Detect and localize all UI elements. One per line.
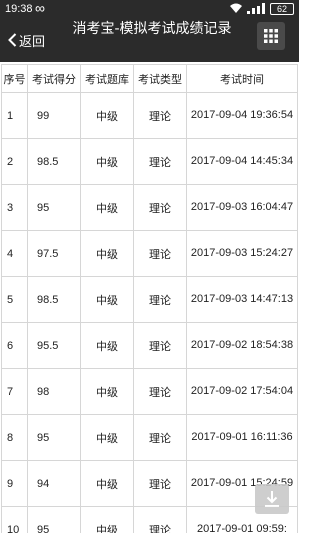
column-header-score: 考试得分 [27,64,81,93]
page-title: 消考宝-模拟考试成绩记录 [72,21,232,37]
cell-score: 98.5 [27,276,81,323]
cell-type: 理论 [133,92,187,139]
cell-type: 理论 [133,506,187,533]
table-row: 8 95 中级 理论 2017-09-01 16:11:36 [1,414,298,461]
cell-type: 理论 [133,138,187,185]
back-label: 返回 [19,33,46,49]
app-header: 返回 消考宝-模拟考试成绩记录 [0,18,299,62]
table-row: 10 95 中级 理论 2017-09-01 09:59: [1,506,298,533]
cell-no: 9 [1,460,28,507]
cell-type: 理论 [133,322,187,369]
cell-no: 1 [1,92,28,139]
cell-time: 2017-09-03 14:47:13 [186,276,298,323]
cell-bank: 中级 [80,92,134,139]
table-header-row: 序号 考试得分 考试题库 考试类型 考试时间 [1,64,298,93]
cell-bank: 中级 [80,138,134,185]
table-row: 9 94 中级 理论 2017-09-01 15:24:59 [1,460,298,507]
cell-bank: 中级 [80,506,134,533]
cell-score: 95 [27,414,81,461]
cell-bank: 中级 [80,184,134,231]
cell-type: 理论 [133,414,187,461]
back-button[interactable]: 返回 [8,30,45,50]
table-row: 2 98.5 中级 理论 2017-09-04 14:45:34 [1,138,298,185]
download-icon [265,491,279,507]
cell-type: 理论 [133,368,187,415]
column-header-bank: 考试题库 [80,64,134,93]
chevron-left-icon [8,33,17,47]
status-bar: 19:38 ∞ 62 [0,0,299,18]
cell-bank: 中级 [80,368,134,415]
cell-score: 98.5 [27,138,81,185]
cell-no: 6 [1,322,28,369]
cell-time: 2017-09-03 16:04:47 [186,184,298,231]
cell-bank: 中级 [80,414,134,461]
cell-no: 4 [1,230,28,277]
cell-score: 95.5 [27,322,81,369]
table-row: 5 98.5 中级 理论 2017-09-03 14:47:13 [1,276,298,323]
download-button[interactable] [255,484,289,514]
wifi-icon [230,3,242,13]
cell-no: 3 [1,184,28,231]
cell-bank: 中级 [80,322,134,369]
battery-icon: 62 [270,3,294,15]
cell-no: 10 [1,506,28,533]
cell-type: 理论 [133,460,187,507]
menu-button[interactable] [257,22,285,50]
cell-time: 2017-09-02 17:54:04 [186,368,298,415]
column-header-type: 考试类型 [133,64,187,93]
cell-time: 2017-09-04 14:45:34 [186,138,298,185]
cell-time: 2017-09-03 15:24:27 [186,230,298,277]
grid-icon [264,29,278,43]
cell-no: 7 [1,368,28,415]
scores-table: 序号 考试得分 考试题库 考试类型 考试时间 1 99 中级 理论 2017-0… [1,64,298,533]
cell-score: 97.5 [27,230,81,277]
cell-no: 2 [1,138,28,185]
column-header-no: 序号 [1,64,28,93]
signal-icon [247,3,265,14]
table-row: 6 95.5 中级 理论 2017-09-02 18:54:38 [1,322,298,369]
cell-score: 95 [27,506,81,533]
table-row: 4 97.5 中级 理论 2017-09-03 15:24:27 [1,230,298,277]
cell-score: 99 [27,92,81,139]
cell-score: 98 [27,368,81,415]
cell-bank: 中级 [80,230,134,277]
cell-type: 理论 [133,276,187,323]
scores-table-container[interactable]: 序号 考试得分 考试题库 考试类型 考试时间 1 99 中级 理论 2017-0… [0,62,299,533]
cell-type: 理论 [133,230,187,277]
cell-score: 94 [27,460,81,507]
cell-no: 5 [1,276,28,323]
cell-score: 95 [27,184,81,231]
column-header-time: 考试时间 [186,64,298,93]
cell-no: 8 [1,414,28,461]
cell-time: 2017-09-01 16:11:36 [186,414,298,461]
table-row: 7 98 中级 理论 2017-09-02 17:54:04 [1,368,298,415]
table-row: 1 99 中级 理论 2017-09-04 19:36:54 [1,92,298,139]
app-screen: 19:38 ∞ 62 返回 消考宝-模拟考试成绩记录 序号 考试得分 考试题库 … [0,0,299,533]
cell-time: 2017-09-02 18:54:38 [186,322,298,369]
cell-bank: 中级 [80,276,134,323]
cell-time: 2017-09-04 19:36:54 [186,92,298,139]
status-time: 19:38 [5,3,33,15]
cell-bank: 中级 [80,460,134,507]
cell-type: 理论 [133,184,187,231]
table-row: 3 95 中级 理论 2017-09-03 16:04:47 [1,184,298,231]
infinity-icon: ∞ [35,0,45,16]
